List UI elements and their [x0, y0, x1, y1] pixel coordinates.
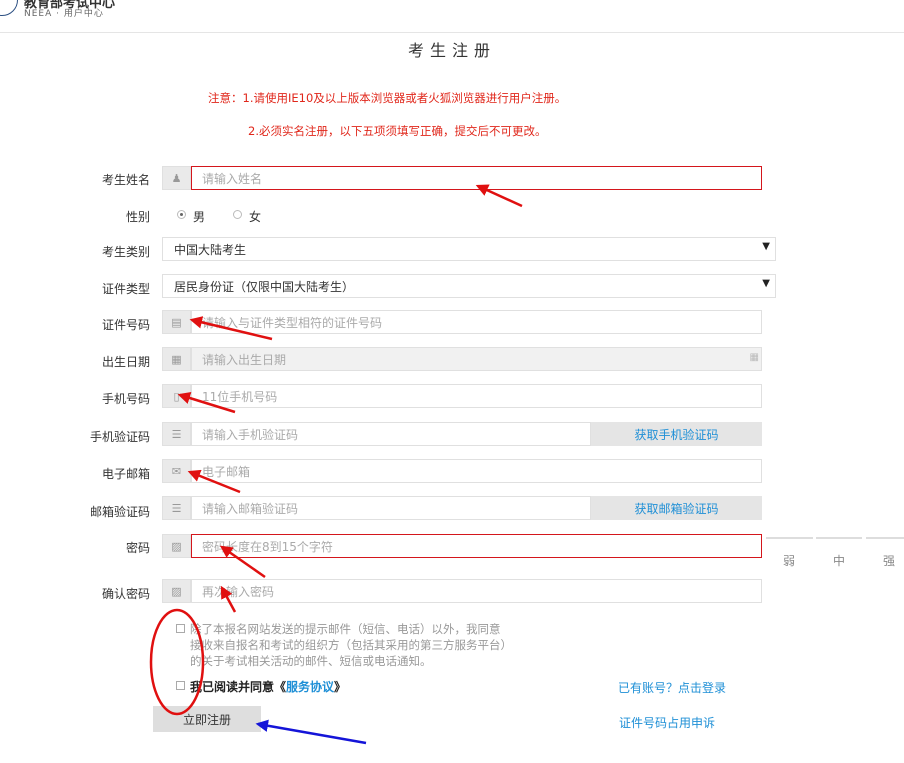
- agree-text: 我已阅读并同意《服务协议》: [190, 678, 346, 695]
- neea-logo: [0, 0, 18, 16]
- get-email-code-button[interactable]: 获取邮箱验证码: [591, 496, 762, 520]
- name-label: 考生姓名: [101, 173, 150, 187]
- phone-label: 手机号码: [101, 392, 150, 406]
- header-divider: [0, 32, 904, 33]
- phone-code-input[interactable]: 请输入手机验证码: [191, 422, 591, 446]
- calendar-icon: ▦: [162, 347, 191, 371]
- agree-checkbox[interactable]: [176, 681, 185, 690]
- phone-input[interactable]: 11位手机号码: [191, 384, 762, 408]
- lock-icon: ▨: [162, 534, 191, 558]
- consent-checkbox[interactable]: [176, 624, 185, 633]
- id-number-label: 证件号码: [101, 318, 150, 332]
- get-phone-code-button[interactable]: 获取手机验证码: [591, 422, 762, 446]
- id-appeal-link[interactable]: 证件号码占用申诉: [619, 714, 715, 731]
- service-agreement-link[interactable]: 服务协议: [286, 680, 334, 694]
- strength-weak-label: 弱: [783, 554, 796, 568]
- birth-date-label: 出生日期: [101, 355, 150, 369]
- id-type-label: 证件类型: [101, 282, 150, 296]
- birth-date-input[interactable]: 请输入出生日期 ▦: [191, 347, 762, 371]
- dropdown-arrow-icon: ▼: [762, 241, 770, 252]
- gender-female-label: 女: [249, 210, 262, 224]
- barcode-icon: ☰: [162, 422, 191, 446]
- logo-subtitle: NEEA · 用户中心: [24, 9, 104, 19]
- page-title: 考生注册: [407, 41, 496, 60]
- gender-label: 性别: [125, 210, 150, 224]
- confirm-password-label: 确认密码: [101, 587, 150, 601]
- gender-female-radio[interactable]: 女: [232, 209, 292, 224]
- envelope-icon: ✉: [162, 459, 191, 483]
- strength-bar-weak: [766, 537, 813, 539]
- email-code-label: 邮箱验证码: [89, 505, 150, 519]
- phone-code-label: 手机验证码: [89, 430, 150, 444]
- radio-checked-icon: [177, 210, 186, 219]
- user-icon: ♟: [162, 166, 191, 190]
- radio-unchecked-icon: [233, 210, 242, 219]
- confirm-password-input[interactable]: 再次输入密码: [191, 579, 762, 603]
- email-label: 电子邮箱: [101, 467, 150, 481]
- annotation-arrow: [255, 719, 367, 745]
- id-type-value: 居民身份证（仅限中国大陆考生）: [174, 279, 355, 294]
- login-link[interactable]: 已有账号？点击登录: [618, 679, 726, 696]
- password-label: 密码: [125, 541, 150, 555]
- notice-line-2: 2.必须实名注册，以下五项须填写正确，提交后不可更改。: [248, 124, 547, 138]
- barcode-icon: ☰: [162, 496, 191, 520]
- agree-prefix: 我已阅读并同意《: [190, 680, 287, 694]
- register-button[interactable]: 立即注册: [153, 706, 261, 732]
- email-input[interactable]: 电子邮箱: [191, 459, 762, 483]
- strength-medium-label: 中: [833, 554, 846, 568]
- strength-bar-strong: [866, 537, 904, 539]
- mobile-icon: ▯: [162, 384, 191, 408]
- category-value: 中国大陆考生: [174, 242, 247, 257]
- dropdown-arrow-icon: ▼: [762, 278, 770, 289]
- consent-text: 除了本报名网站发送的提示邮件（短信、电话）以外，我同意接收来自报名和考试的组织方…: [190, 622, 507, 668]
- date-picker-icon[interactable]: ▦: [750, 352, 759, 363]
- id-type-select[interactable]: 居民身份证（仅限中国大陆考生） ▼: [162, 274, 776, 298]
- category-label: 考生类别: [101, 245, 150, 259]
- email-code-input[interactable]: 请输入邮箱验证码: [191, 496, 591, 520]
- name-input[interactable]: 请输入姓名: [191, 166, 762, 190]
- category-select[interactable]: 中国大陆考生 ▼: [162, 237, 776, 261]
- birth-date-placeholder: 请输入出生日期: [202, 352, 287, 367]
- id-card-icon: ▤: [162, 310, 191, 334]
- id-number-input[interactable]: 请输入与证件类型相符的证件号码: [191, 310, 762, 334]
- gender-male-radio[interactable]: 男: [175, 209, 235, 224]
- strength-bar-medium: [816, 537, 862, 539]
- strength-strong-label: 强: [883, 554, 896, 568]
- agree-suffix: 》: [334, 680, 347, 694]
- notice-line-1: 注意：1.请使用IE10及以上版本浏览器或者火狐浏览器进行用户注册。: [208, 91, 567, 105]
- lock-icon: ▨: [162, 579, 191, 603]
- gender-male-label: 男: [193, 210, 206, 224]
- password-input[interactable]: 密码长度在8到15个字符: [191, 534, 762, 558]
